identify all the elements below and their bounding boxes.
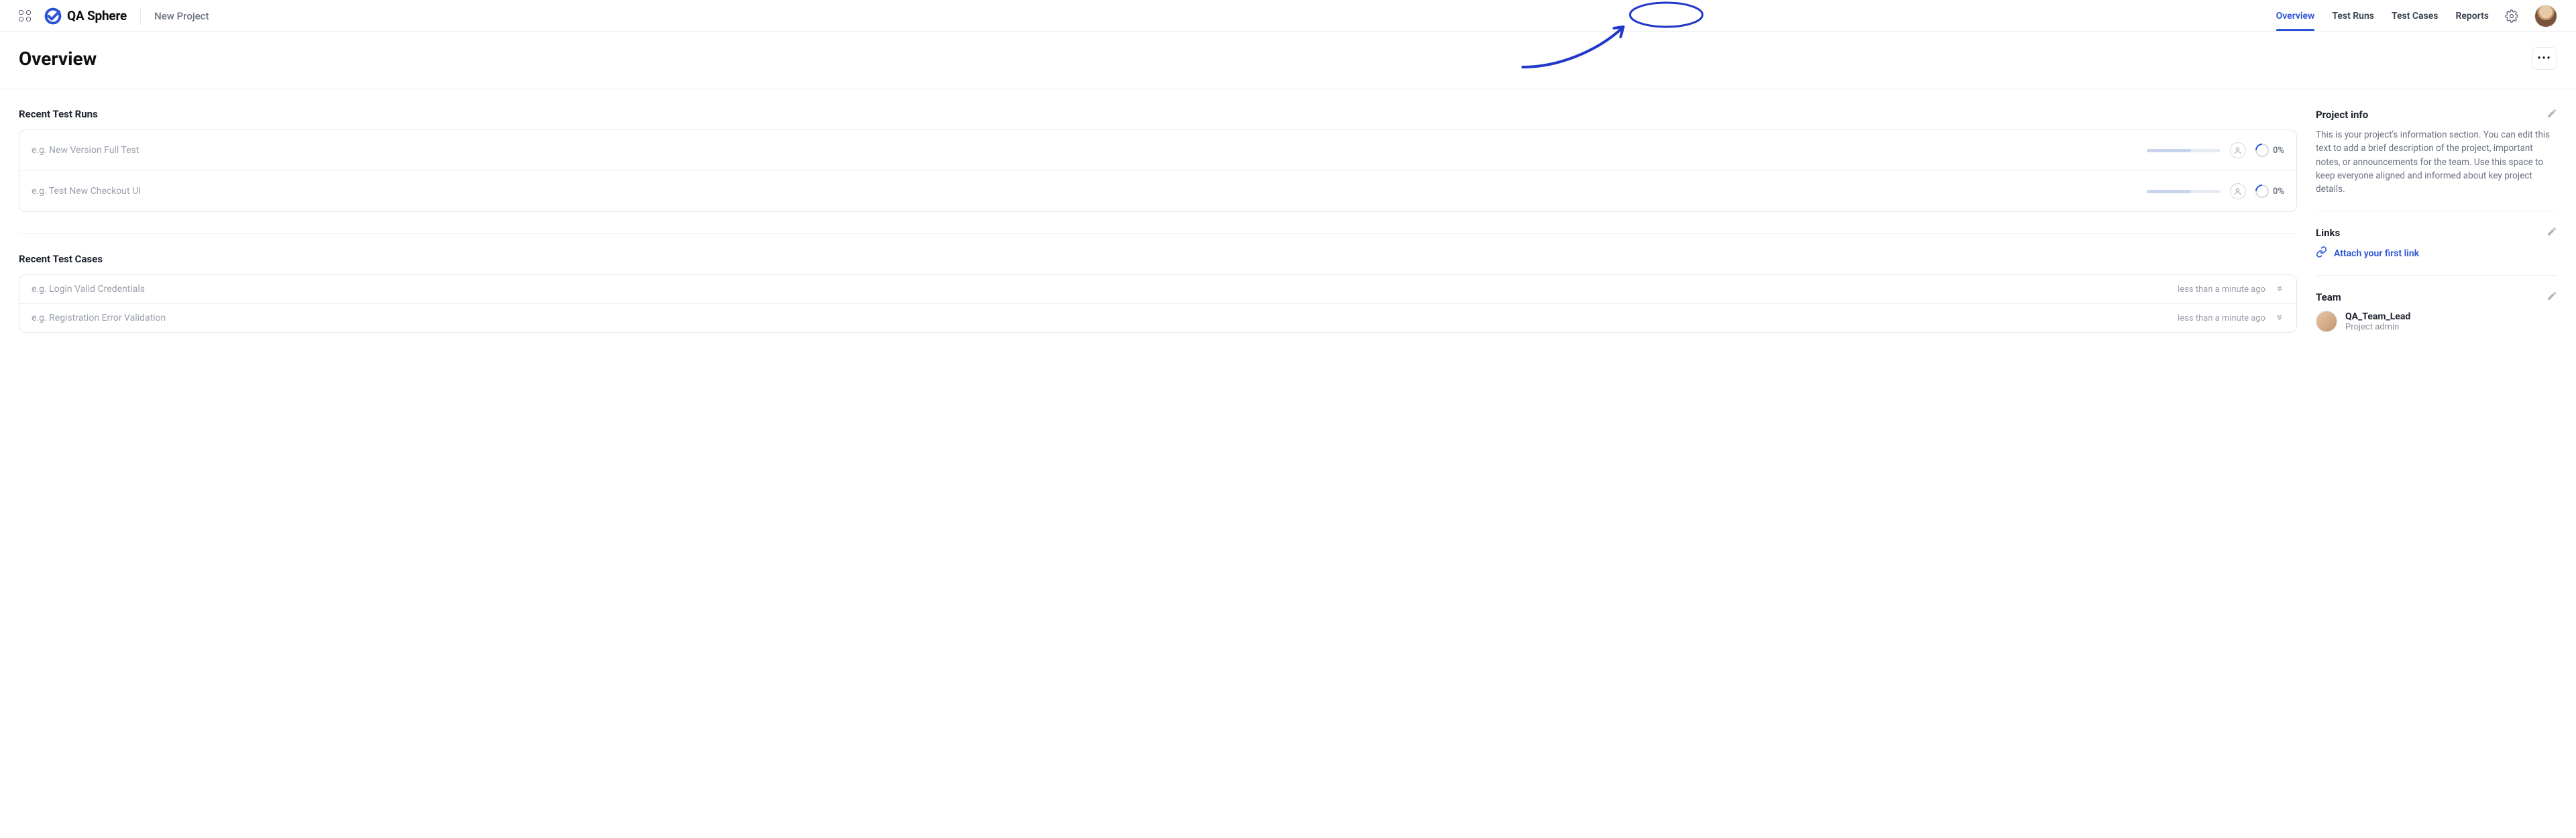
logo-mark-icon (44, 7, 62, 25)
link-icon (2316, 246, 2327, 260)
header-divider (140, 7, 141, 25)
test-case-meta: less than a minute ago (2178, 312, 2284, 324)
team-member[interactable]: QA_Team_Lead Project admin (2316, 311, 2557, 332)
brand-logo[interactable]: QA Sphere (44, 7, 127, 25)
project-info-section: Project info This is your project's info… (2316, 108, 2557, 196)
sidebar-column: Project info This is your project's info… (2316, 108, 2557, 336)
more-menu-button[interactable]: ••• (2532, 47, 2557, 70)
percent-label: 0% (2273, 146, 2284, 156)
tab-test-runs[interactable]: Test Runs (2332, 1, 2374, 31)
page-title: Overview (19, 48, 97, 70)
settings-gear-icon[interactable] (2505, 9, 2518, 23)
attach-link-button[interactable]: Attach your first link (2316, 246, 2557, 260)
test-case-name: e.g. Login Valid Credentials (32, 284, 145, 295)
percent-label: 0% (2273, 187, 2284, 197)
test-case-time: less than a minute ago (2178, 313, 2265, 323)
progress-bar (2147, 190, 2221, 193)
progress-bar (2147, 149, 2221, 152)
links-section: Links Attach your first link (2316, 226, 2557, 260)
content-area: Recent Test Runs e.g. New Version Full T… (0, 89, 2576, 355)
member-role: Project admin (2345, 322, 2410, 332)
member-name: QA_Team_Lead (2345, 311, 2410, 322)
header-left: QA Sphere New Project (19, 7, 209, 25)
donut-icon (2253, 182, 2272, 201)
test-case-row[interactable]: e.g. Registration Error Validation less … (19, 304, 2296, 332)
assignee-icon[interactable] (2230, 183, 2246, 199)
team-title: Team (2316, 291, 2341, 303)
edit-pencil-icon[interactable] (2546, 108, 2557, 121)
project-info-title: Project info (2316, 109, 2368, 121)
donut-icon (2253, 141, 2272, 160)
nav-tabs: Overview Test Runs Test Cases Reports (2276, 1, 2489, 31)
apps-grid-icon[interactable] (19, 10, 31, 22)
progress-percent: 0% (2255, 185, 2284, 198)
test-run-meta: 0% (2147, 183, 2284, 199)
assignee-icon[interactable] (2230, 142, 2246, 158)
test-run-row[interactable]: e.g. Test New Checkout UI 0% (19, 171, 2296, 211)
edit-pencil-icon[interactable] (2546, 226, 2557, 240)
test-case-name: e.g. Registration Error Validation (32, 313, 166, 323)
test-run-name: e.g. Test New Checkout UI (32, 186, 141, 197)
page-title-bar: Overview ••• (0, 32, 2576, 89)
links-title: Links (2316, 227, 2340, 239)
sidebar-divider (2316, 275, 2557, 276)
test-case-meta: less than a minute ago (2178, 283, 2284, 295)
recent-runs-title: Recent Test Runs (19, 108, 2297, 120)
app-header: QA Sphere New Project Overview Test Runs… (0, 0, 2576, 32)
test-case-row[interactable]: e.g. Login Valid Credentials less than a… (19, 275, 2296, 304)
chevron-down-icon[interactable] (2275, 312, 2284, 324)
chevron-down-icon[interactable] (2275, 283, 2284, 295)
tab-test-cases[interactable]: Test Cases (2392, 1, 2438, 31)
attach-link-label: Attach your first link (2334, 248, 2419, 259)
user-avatar[interactable] (2534, 5, 2557, 28)
tab-reports[interactable]: Reports (2455, 1, 2489, 31)
tab-overview[interactable]: Overview (2276, 1, 2315, 31)
test-run-name: e.g. New Version Full Test (32, 145, 139, 156)
recent-cases-list: e.g. Login Valid Credentials less than a… (19, 274, 2297, 333)
member-avatar (2316, 311, 2337, 332)
recent-runs-list: e.g. New Version Full Test 0% e.g. Test … (19, 129, 2297, 212)
test-case-time: less than a minute ago (2178, 284, 2265, 295)
brand-name: QA Sphere (67, 8, 127, 23)
project-name[interactable]: New Project (154, 10, 209, 22)
progress-percent: 0% (2255, 144, 2284, 157)
project-info-body: This is your project's information secti… (2316, 128, 2557, 196)
recent-cases-title: Recent Test Cases (19, 253, 2297, 265)
header-right: Overview Test Runs Test Cases Reports (2276, 1, 2557, 31)
section-divider (19, 233, 2297, 234)
team-section: Team QA_Team_Lead Project admin (2316, 291, 2557, 332)
edit-pencil-icon[interactable] (2546, 291, 2557, 304)
test-run-meta: 0% (2147, 142, 2284, 158)
main-column: Recent Test Runs e.g. New Version Full T… (19, 108, 2297, 333)
test-run-row[interactable]: e.g. New Version Full Test 0% (19, 130, 2296, 171)
